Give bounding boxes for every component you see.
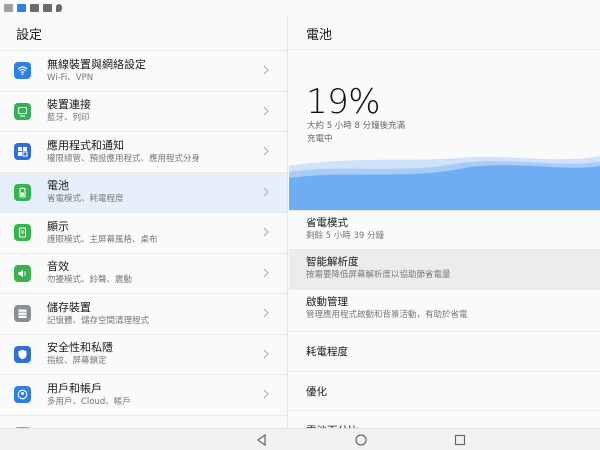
settings-item-subtitle: 勿擾模式、鈴聲、震動 — [47, 275, 133, 286]
charge-time-remaining: 大約 5 小時 8 分鐘後充滿 — [307, 121, 406, 131]
notification-icon — [4, 4, 13, 12]
navigation-bar — [0, 428, 600, 450]
chevron-right-icon — [263, 389, 269, 399]
settings-item-title: 安全性和私隱 — [47, 341, 113, 355]
settings-item-title: 音效 — [47, 260, 69, 274]
settings-item-storage[interactable]: 儲存裝置 記憶體、儲存空間清理程式 — [0, 293, 287, 334]
settings-item-title: 電池 — [47, 179, 69, 193]
display-icon — [14, 224, 31, 242]
settings-item-subtitle: 記憶體、儲存空間清理程式 — [47, 315, 150, 326]
app-notification-icon — [17, 4, 26, 12]
settings-item-display[interactable]: 顯示 護眼模式、主屏幕風格、桌布 — [0, 212, 287, 253]
settings-item-apps[interactable]: 應用程式和通知 權限總管、預設應用程式、應用程式分身 — [0, 131, 287, 172]
settings-item-subtitle: 權限總管、預設應用程式、應用程式分身 — [47, 153, 201, 164]
settings-item-subtitle: 多用戶、Cloud、帳戶 — [47, 396, 131, 407]
detail-title: 電池 — [289, 16, 600, 50]
settings-list-pane: 設定 無線裝置與網絡設定 Wi-Fi、VPN 裝置連接 藍牙、列印 應用程式和通知 權限總… — [0, 16, 288, 428]
location-icon — [56, 4, 62, 12]
settings-item-subtitle: 護眼模式、主屏幕風格、桌布 — [47, 234, 158, 245]
settings-item-sound[interactable]: 音效 勿擾模式、鈴聲、震動 — [0, 252, 287, 294]
chevron-right-icon — [263, 146, 269, 156]
settings-item-battery[interactable]: 電池 省電模式、耗電程度 — [0, 171, 287, 212]
status-bar — [0, 0, 600, 16]
charging-status: 充電中 — [307, 134, 333, 144]
settings-item-assist[interactable]: 智能協助 — [0, 414, 287, 428]
settings-item-title: 用戶和帳戶 — [47, 381, 102, 395]
battery-option-subtitle: 按需要降低屏幕解析度以協助節省電量 — [306, 270, 451, 280]
settings-item-subtitle: 省電模式、耗電程度 — [47, 194, 124, 205]
chevron-right-icon — [263, 65, 269, 75]
settings-item-device-connection[interactable]: 裝置連接 藍牙、列印 — [0, 90, 287, 132]
recents-button[interactable] — [453, 433, 467, 447]
chevron-right-icon — [263, 227, 269, 237]
apps-icon — [14, 143, 31, 161]
back-icon — [256, 434, 266, 446]
battery-detail-pane: 電池 19% 大約 5 小時 8 分鐘後充滿 充電中 省電模式剩餘 5 小時 3… — [289, 16, 600, 428]
battery-option-3[interactable]: 耗電程度 — [289, 331, 600, 371]
settings-item-title: 儲存裝置 — [47, 300, 91, 314]
recents-icon — [454, 434, 466, 446]
settings-item-user[interactable]: 用戶和帳戶 多用戶、Cloud、帳戶 — [0, 374, 287, 415]
battery-option-title: 啟動管理 — [306, 296, 348, 308]
chevron-right-icon — [263, 268, 269, 277]
page-title: 設定 — [16, 28, 43, 43]
settings-item-subtitle: Wi-Fi、VPN — [47, 72, 94, 83]
settings-item-subtitle: 藍牙、列印 — [47, 113, 90, 124]
chevron-right-icon — [263, 187, 269, 196]
battery-option-subtitle: 剩餘 5 小時 39 分鐘 — [306, 231, 385, 241]
gallery-icon — [43, 4, 52, 12]
storage-icon — [14, 305, 31, 323]
battery-percentage: 19% — [306, 82, 381, 122]
home-icon — [355, 434, 367, 446]
wifi-icon — [14, 62, 31, 80]
settings-item-title: 裝置連接 — [47, 98, 91, 112]
chevron-right-icon — [263, 349, 269, 358]
battery-option-title: 智能解析度 — [306, 256, 359, 268]
battery-option-0[interactable]: 省電模式剩餘 5 小時 39 分鐘 — [289, 210, 600, 249]
settings-item-title: 應用程式和通知 — [47, 138, 124, 152]
settings-item-title: 顯示 — [47, 219, 69, 233]
battery-option-5[interactable]: 電池百分比 — [289, 410, 600, 428]
play-store-icon — [30, 4, 39, 12]
battery-option-1[interactable]: 智能解析度按需要降低屏幕解析度以協助節省電量 — [289, 249, 600, 289]
battery-option-subtitle: 管理應用程式啟動和背景活動，有助於省電 — [306, 310, 468, 320]
battery-option-title: 耗電程度 — [306, 346, 348, 358]
sound-icon — [14, 264, 31, 282]
chevron-right-icon — [263, 106, 269, 115]
settings-item-wifi[interactable]: 無線裝置與網絡設定 Wi-Fi、VPN — [0, 50, 287, 91]
battery-option-4[interactable]: 優化 — [289, 371, 600, 410]
chevron-right-icon — [263, 308, 269, 318]
battery-wave-graphic — [289, 156, 600, 210]
settings-item-subtitle: 指紋、屏幕鎖定 — [47, 356, 107, 367]
battery-option-title: 優化 — [306, 386, 327, 398]
battery-option-title: 省電模式 — [306, 217, 348, 229]
battery-icon — [14, 183, 31, 201]
user-icon — [14, 386, 31, 404]
settings-screen: 設定 無線裝置與網絡設定 Wi-Fi、VPN 裝置連接 藍牙、列印 應用程式和通知 權限總… — [0, 0, 600, 450]
back-button[interactable] — [255, 433, 269, 447]
home-button[interactable] — [354, 433, 368, 447]
battery-option-2[interactable]: 啟動管理管理應用程式啟動和背景活動，有助於省電 — [289, 289, 600, 331]
settings-item-title: 無線裝置與網絡設定 — [47, 57, 146, 71]
security-icon — [14, 345, 31, 363]
settings-item-security[interactable]: 安全性和私隱 指紋、屏幕鎖定 — [0, 333, 287, 375]
device-connection-icon — [14, 102, 31, 120]
